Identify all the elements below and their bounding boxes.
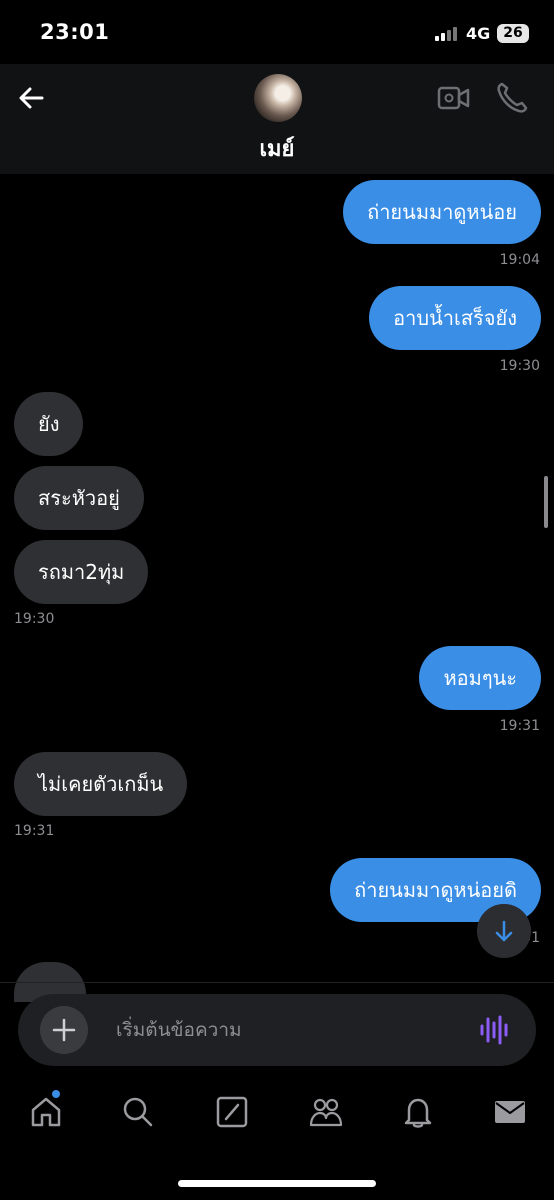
voice-wave-icon[interactable]: [479, 1014, 509, 1046]
battery-indicator: 26: [497, 24, 529, 43]
network-label: 4G: [466, 24, 491, 43]
message-input[interactable]: เริ่มต้นข้อความ: [116, 994, 242, 1066]
search-icon[interactable]: [120, 1094, 156, 1130]
compose-icon[interactable]: [214, 1094, 250, 1130]
scrollbar[interactable]: [544, 476, 548, 528]
arrow-left-icon[interactable]: [14, 80, 50, 116]
message-composer[interactable]: เริ่มต้นข้อความ: [18, 994, 536, 1066]
outgoing-message[interactable]: หอมๆนะ: [419, 646, 541, 710]
incoming-message[interactable]: ยัง: [14, 392, 84, 456]
home-indicator: [178, 1180, 376, 1187]
message-timestamp: 19:30: [14, 611, 55, 627]
avatar[interactable]: [254, 74, 302, 122]
signal-icon: [435, 27, 461, 41]
notification-dot: [52, 1090, 60, 1098]
video-call-icon[interactable]: [436, 81, 472, 115]
plus-icon[interactable]: [40, 1006, 88, 1054]
message-timestamp: 19:30: [499, 358, 540, 374]
communities-icon[interactable]: [308, 1094, 344, 1130]
incoming-message[interactable]: สระหัวอยู่: [14, 466, 144, 530]
message-timestamp: 19:31: [499, 718, 540, 734]
outgoing-message[interactable]: ถ่ายนมมาดูหน่อย: [343, 180, 541, 244]
notifications-icon[interactable]: [400, 1094, 436, 1130]
status-time: 23:01: [40, 20, 110, 44]
phone-icon[interactable]: [494, 80, 530, 116]
messages-icon[interactable]: [492, 1094, 528, 1130]
message-timestamp: 19:04: [499, 252, 540, 268]
status-bar: 23:01 4G 26: [0, 0, 554, 64]
chat-header: เมย์: [0, 64, 554, 174]
arrow-down-icon[interactable]: [477, 904, 531, 958]
message-list[interactable]: ถ่ายนมมาดูหน่อย 19:04 อาบน้ำเสร็จยัง 19:…: [0, 174, 554, 982]
outgoing-message[interactable]: อาบน้ำเสร็จยัง: [369, 286, 541, 350]
bottom-nav: [0, 1086, 554, 1140]
divider: [0, 982, 554, 983]
home-icon[interactable]: [28, 1094, 64, 1130]
incoming-message[interactable]: รถมา2ทุ่ม: [14, 540, 149, 604]
incoming-message[interactable]: ไม่เคยตัวเกม็น: [14, 752, 188, 816]
contact-name[interactable]: เมย์: [0, 131, 554, 166]
message-timestamp: 19:31: [14, 823, 55, 839]
